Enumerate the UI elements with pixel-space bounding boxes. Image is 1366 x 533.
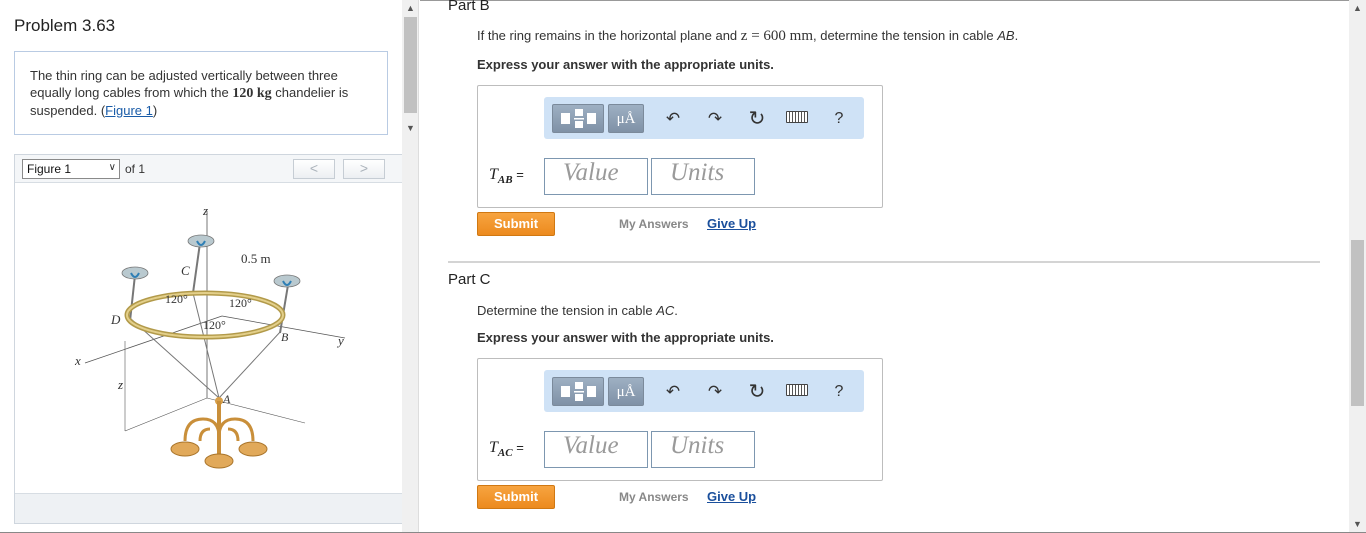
help-icon[interactable]: ? [828, 382, 850, 402]
problem-mass: 120 kg [232, 86, 272, 101]
part-c-prompt: Determine the tension in cable AC. [477, 303, 678, 318]
part-c-answer-box: μÅ ↶ ↷ ↻ ? TAC = Value Units [477, 358, 883, 481]
figure-next-button[interactable]: > [343, 159, 385, 179]
part-b-value-input[interactable]: Value [544, 158, 648, 195]
scroll-up-icon[interactable]: ▲ [1349, 0, 1366, 16]
units-button[interactable]: μÅ [608, 104, 644, 133]
part-c-variable-main: T [489, 439, 498, 456]
part-c-submit-button[interactable]: Submit [477, 485, 555, 509]
part-b-variable-main: T [489, 166, 498, 183]
help-icon[interactable]: ? [828, 109, 850, 129]
redo-icon[interactable]: ↷ [704, 109, 726, 129]
reset-icon[interactable]: ↻ [746, 382, 768, 402]
undo-icon[interactable]: ↶ [662, 109, 684, 129]
figure-panel: Figure 1 ∨ of 1 < > z 0.5 m C D B A 120°… [14, 154, 402, 524]
left-scrollbar[interactable]: ▲ ▼ [402, 0, 419, 533]
figure-label-y: y [336, 333, 344, 348]
problem-text-close: ) [152, 103, 158, 118]
figure-select-value: Figure 1 [27, 162, 72, 176]
part-b-submit-button[interactable]: Submit [477, 212, 555, 236]
part-b-prompt-end: . [1014, 28, 1019, 43]
part-c-variable-sub: AC [497, 447, 513, 460]
figure-label-angle-2: 120° [229, 296, 252, 310]
part-b-units-input[interactable]: Units [651, 158, 755, 195]
chandelier-figure: z 0.5 m C D B A 120° 120° 120° x y z [74, 203, 346, 469]
undo-icon[interactable]: ↶ [662, 382, 684, 402]
figure-toolbar: Figure 1 ∨ of 1 < > [15, 155, 402, 183]
figure-label-c: C [181, 263, 190, 278]
part-b-prompt: If the ring remains in the horizontal pl… [477, 28, 1018, 45]
right-scroll-thumb[interactable] [1351, 240, 1364, 406]
keyboard-icon[interactable] [786, 384, 808, 396]
figure-label-angle-1: 120° [165, 292, 188, 306]
problem-pane: Problem 3.63 The thin ring can be adjust… [0, 0, 402, 533]
part-c-prompt-text: Determine the tension in cable [477, 303, 657, 318]
part-b-math-toolbar: μÅ ↶ ↷ ↻ ? [544, 97, 864, 139]
left-scroll-thumb[interactable] [404, 17, 417, 113]
parts-pane: Part B If the ring remains in the horizo… [420, 0, 1350, 533]
figure-select[interactable]: Figure 1 ∨ [22, 159, 120, 179]
part-c-units-input[interactable]: Units [651, 431, 755, 468]
figure-label-z-top: z [202, 203, 208, 218]
figure-prev-button[interactable]: < [293, 159, 335, 179]
right-scrollbar[interactable]: ▲ ▼ [1349, 0, 1366, 533]
figure-link[interactable]: Figure 1 [105, 103, 153, 118]
part-c-equals: = [512, 440, 524, 455]
part-c-variable: TAC = [489, 439, 524, 459]
figure-label-a: A [222, 392, 231, 406]
part-c-value-input[interactable]: Value [544, 431, 648, 468]
part-c-prompt-end: . [674, 303, 678, 318]
part-b-prompt-cable: AB [997, 28, 1015, 43]
figure-label-d: D [110, 312, 121, 327]
problem-title: Problem 3.63 [14, 16, 116, 35]
figure-label-angle-3: 120° [203, 318, 226, 332]
templates-button[interactable] [552, 104, 604, 133]
part-b-variable: TAB = [489, 166, 524, 186]
part-c-give-up-link[interactable]: Give Up [707, 489, 756, 504]
templates-icon [561, 109, 596, 128]
part-b-title: Part B [448, 0, 490, 14]
part-b-give-up-link[interactable]: Give Up [707, 216, 756, 231]
reset-icon[interactable]: ↻ [746, 109, 768, 129]
scroll-up-icon[interactable]: ▲ [402, 0, 419, 16]
part-b-prompt-text: If the ring remains in the horizontal pl… [477, 28, 741, 43]
part-b-equals: = [512, 167, 524, 182]
figure-label-radius: 0.5 m [241, 251, 271, 266]
part-c-my-answers-link[interactable]: My Answers [619, 490, 689, 504]
templates-icon [561, 382, 596, 401]
redo-icon[interactable]: ↷ [704, 382, 726, 402]
figure-footer [15, 493, 402, 523]
part-b-my-answers-link[interactable]: My Answers [619, 217, 689, 231]
chevron-down-icon: ∨ [108, 162, 116, 173]
part-c-prompt-cable: AC [656, 303, 675, 318]
scroll-down-icon[interactable]: ▼ [402, 120, 419, 136]
figure-count: of 1 [125, 162, 146, 176]
scroll-down-icon[interactable]: ▼ [1349, 516, 1366, 532]
figure-label-x: x [74, 353, 81, 368]
part-b-answer-box: μÅ ↶ ↷ ↻ ? TAB = Value Units [477, 85, 883, 208]
part-divider [448, 261, 1320, 263]
part-c-instruction: Express your answer with the appropriate… [477, 330, 774, 345]
part-c-title: Part C [448, 271, 491, 288]
part-b-prompt-text-2: , determine the tension in cable [812, 28, 998, 43]
templates-button[interactable] [552, 377, 604, 406]
part-b-variable-sub: AB [497, 174, 513, 187]
part-b-prompt-math: z = 600 mm [740, 28, 813, 44]
problem-statement: The thin ring can be adjusted vertically… [14, 51, 388, 135]
figure-label-b: B [281, 330, 289, 344]
keyboard-icon[interactable] [786, 111, 808, 123]
part-b-instruction: Express your answer with the appropriate… [477, 57, 774, 72]
figure-label-z-side: z [117, 377, 123, 392]
units-button[interactable]: μÅ [608, 377, 644, 406]
part-c-math-toolbar: μÅ ↶ ↷ ↻ ? [544, 370, 864, 412]
